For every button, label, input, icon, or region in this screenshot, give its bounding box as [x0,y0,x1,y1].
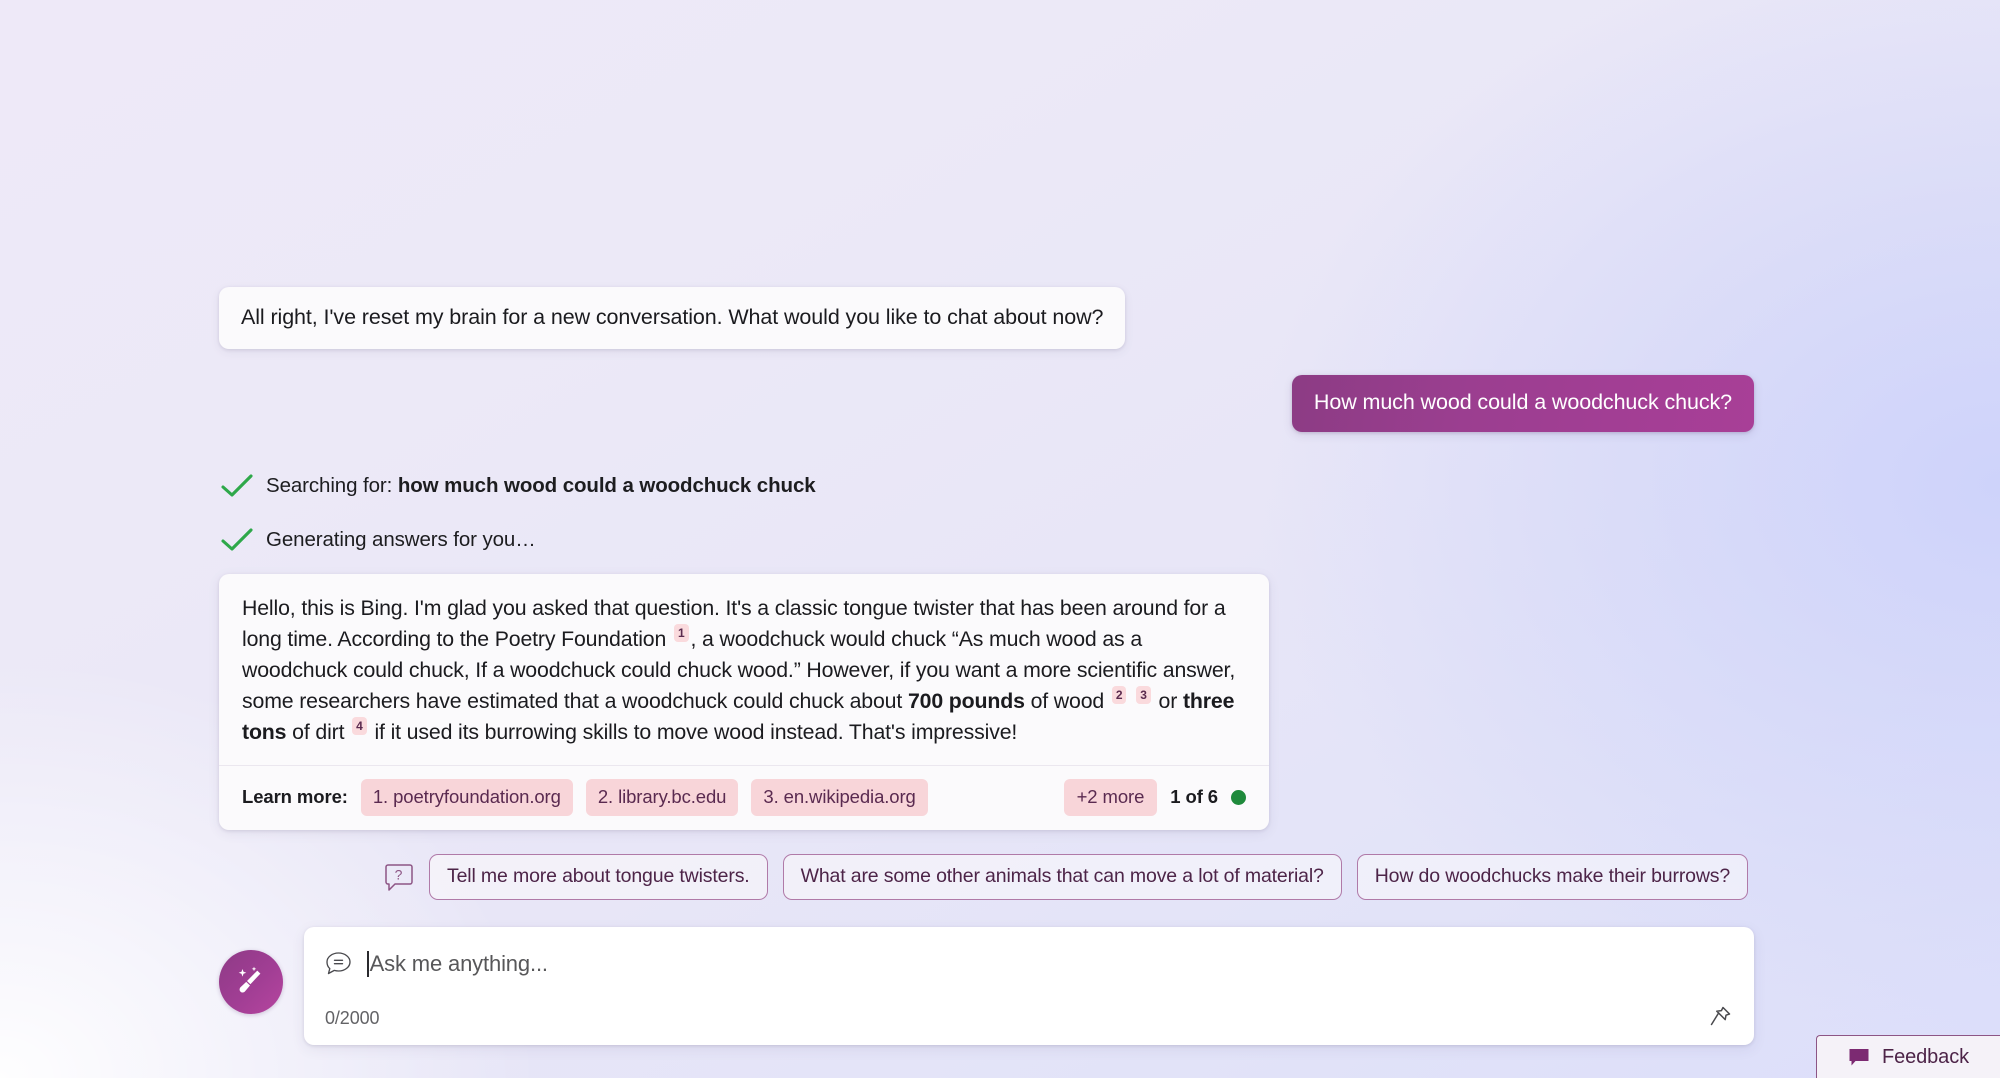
suggestion-chips-row: ? Tell me more about tongue twisters. Wh… [219,853,1754,900]
chat-input-placeholder: Ask me anything... [369,951,548,977]
source-chip-3[interactable]: 3. en.wikipedia.org [751,778,928,816]
user-message: How much wood could a woodchuck chuck? [1291,374,1754,432]
citation-badge-1[interactable]: 1 [673,623,689,642]
source-chip-2[interactable]: 2. library.bc.edu [585,778,739,816]
pin-icon[interactable] [1705,1002,1735,1032]
status-text-searching: Searching for: how much wood could a woo… [266,474,816,498]
message-counter: 1 of 6 [1170,786,1218,808]
composer-input-container[interactable]: Ask me anything... 0/2000 [304,926,1754,1045]
learn-more-label: Learn more: [242,786,348,808]
answer-text: Hello, this is Bing. I'm glad you asked … [219,574,1269,765]
status-list: Searching for: how much wood could a woo… [219,466,1754,560]
chat-input-wrap[interactable]: Ask me anything... [367,951,1734,978]
status-dot-icon [1231,789,1246,805]
composer-row: Ask me anything... 0/2000 [219,926,1754,1045]
answer-sources-footer: Learn more: 1. poetryfoundation.org 2. l… [219,764,1269,830]
citation-badge-4[interactable]: 4 [352,716,367,735]
question-bubble-icon: ? [385,863,413,891]
app-stage: All right, I've reset my brain for a new… [0,0,2000,1078]
svg-text:?: ? [395,866,403,882]
new-topic-button[interactable] [219,949,283,1014]
feedback-label: Feedback [1881,1045,1970,1068]
source-chip-1[interactable]: 1. poetryfoundation.org [360,778,573,816]
bot-intro-message: All right, I've reset my brain for a new… [219,287,1126,349]
check-icon [221,528,253,551]
answer-card: Hello, this is Bing. I'm glad you asked … [219,573,1269,830]
suggestion-chip-2[interactable]: What are some other animals that can mov… [782,853,1342,900]
citation-badge-2[interactable]: 2 [1111,685,1127,704]
user-message-row: How much wood could a woodchuck chuck? [219,374,1754,432]
more-sources-chip[interactable]: +2 more [1063,778,1158,816]
status-prefix-generating: Generating answers for you… [266,527,536,551]
status-prefix-searching: Searching for: [266,473,398,497]
answer-part-3: of wood [1030,688,1105,713]
citation-badge-3[interactable]: 3 [1136,685,1151,704]
text-caret [367,951,369,978]
chat-bubble-icon [326,951,351,974]
broom-sparkle-icon [238,966,261,993]
answer-part-6: if it used its burrowing skills to move … [374,719,1018,744]
feedback-button[interactable]: Feedback [1816,1035,2000,1078]
answer-part-5: of dirt [292,719,345,744]
status-query-searching: how much wood could a woodchuck chuck [397,473,816,497]
suggestion-chip-1[interactable]: Tell me more about tongue twisters. [429,853,768,900]
status-row-searching: Searching for: how much wood could a woo… [219,466,1754,506]
status-row-generating: Generating answers for you… [219,520,1754,560]
character-counter: 0/2000 [325,1007,380,1028]
composer-top-row: Ask me anything... [304,927,1754,979]
conversation-column: All right, I've reset my brain for a new… [219,287,1754,1045]
answer-bold-700-pounds: 700 pounds [907,688,1025,713]
suggestion-chip-3[interactable]: How do woodchucks make their burrows? [1356,853,1749,900]
check-icon [221,474,253,497]
answer-part-4: or [1158,688,1178,713]
status-text-generating: Generating answers for you… [266,528,536,552]
speech-bubble-icon [1849,1048,1869,1065]
